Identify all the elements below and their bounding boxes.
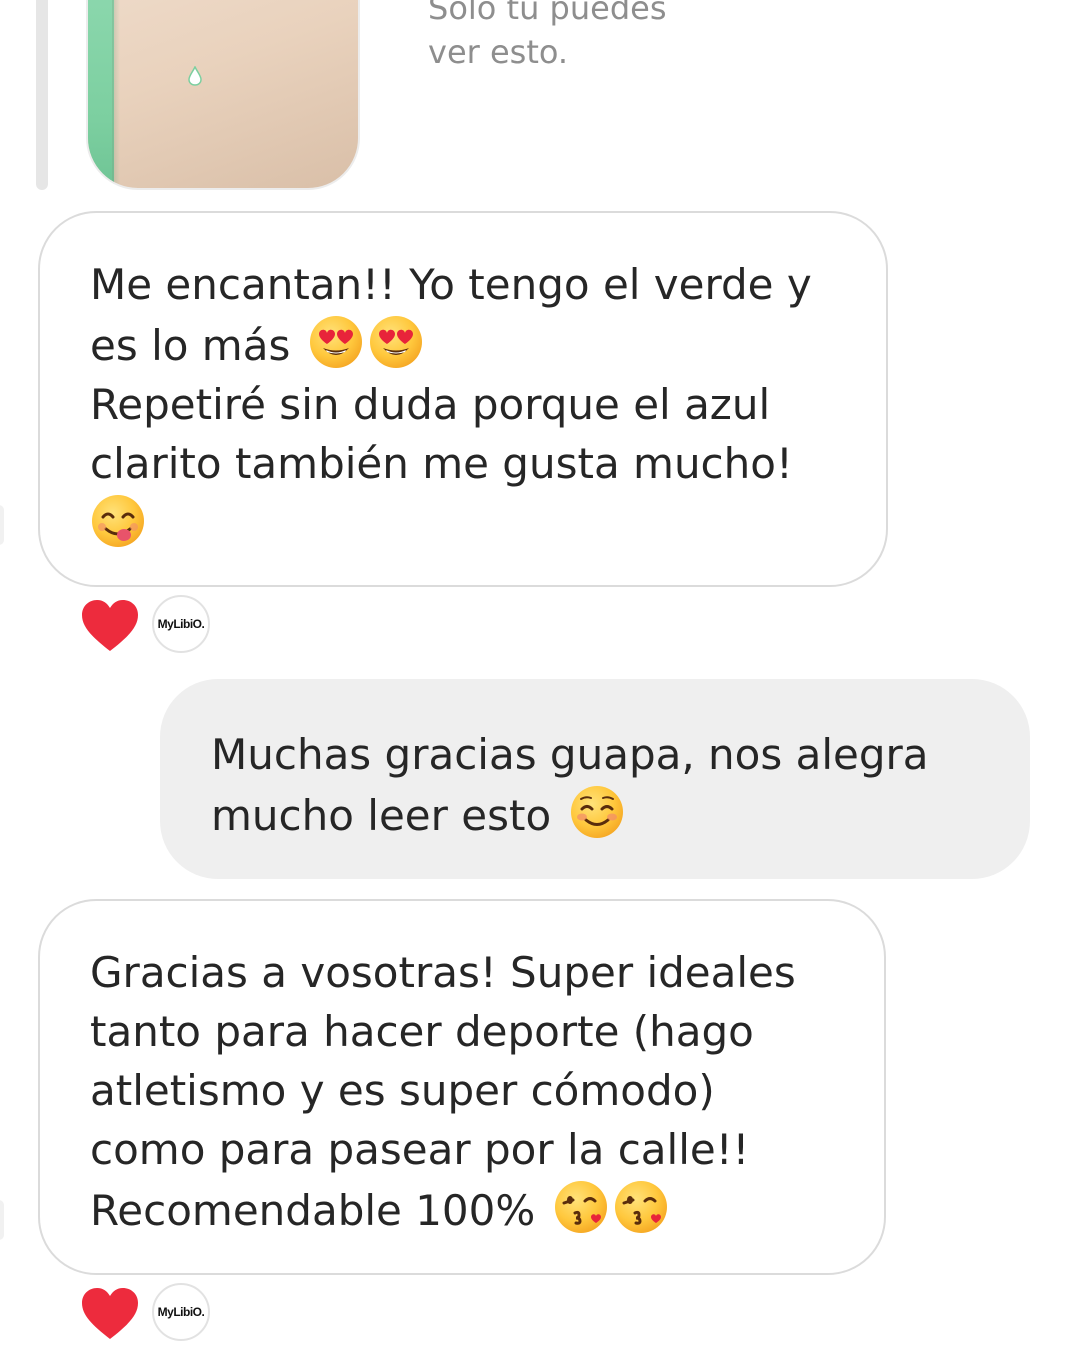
thumbnail-seam (112, 0, 120, 188)
message-text-line (90, 493, 886, 554)
message-text-line: Me encantan!! Yo tengo el verde y (90, 260, 812, 309)
kiss-emoji-icon (553, 1179, 609, 1235)
story-reply-quote-line (36, 0, 48, 190)
heart-eyes-emoji-icon (368, 314, 424, 370)
avatar[interactable]: MyLibiO. (152, 595, 210, 653)
message-text-line: atletismo y es super cómodo) (90, 1066, 715, 1115)
incoming-message-bubble[interactable]: Gracias a vosotras! Super ideales tanto … (38, 899, 886, 1275)
message-reactions[interactable]: MyLibiO. (80, 1283, 220, 1343)
blush-emoji-icon (569, 784, 625, 840)
story-visibility-note: Solo tú puedes ver esto. (428, 0, 667, 71)
message-text-line: tanto para hacer deporte (hago (90, 1007, 754, 1056)
red-heart-icon (80, 599, 140, 653)
scroll-edge-marker (0, 505, 4, 545)
outgoing-message-bubble[interactable]: Muchas gracias guapa, nos alegra mucho l… (160, 679, 1030, 879)
incoming-message-bubble[interactable]: Me encantan!! Yo tengo el verde y es lo … (38, 211, 888, 587)
message-text-line: Gracias a vosotras! Super ideales (90, 948, 796, 997)
message-text-line: mucho leer esto (211, 784, 1030, 845)
message-text-line: Recomendable 100% (90, 1179, 884, 1240)
thumbnail-fabric-strip (88, 0, 114, 188)
message-text-line: como para pasear por la calle!! (90, 1125, 750, 1174)
message-text-line: Muchas gracias guapa, nos alegra (211, 730, 929, 779)
message-text-line: Repetiré sin duda porque el azul (90, 380, 771, 429)
message-text-line: es lo más (90, 314, 886, 375)
story-thumbnail[interactable] (86, 0, 360, 190)
scroll-edge-marker (0, 1200, 4, 1240)
yum-emoji-icon (90, 493, 146, 549)
heart-eyes-emoji-icon (308, 314, 364, 370)
drop-logo-icon (188, 66, 202, 86)
message-text-line: clarito también me gusta mucho! (90, 439, 793, 488)
kiss-emoji-icon (613, 1179, 669, 1235)
avatar[interactable]: MyLibiO. (152, 1283, 210, 1341)
message-reactions[interactable]: MyLibiO. (80, 595, 220, 655)
red-heart-icon (80, 1287, 140, 1341)
conversation-view: Solo tú puedes ver esto. Me encantan!! Y… (0, 0, 1080, 1350)
